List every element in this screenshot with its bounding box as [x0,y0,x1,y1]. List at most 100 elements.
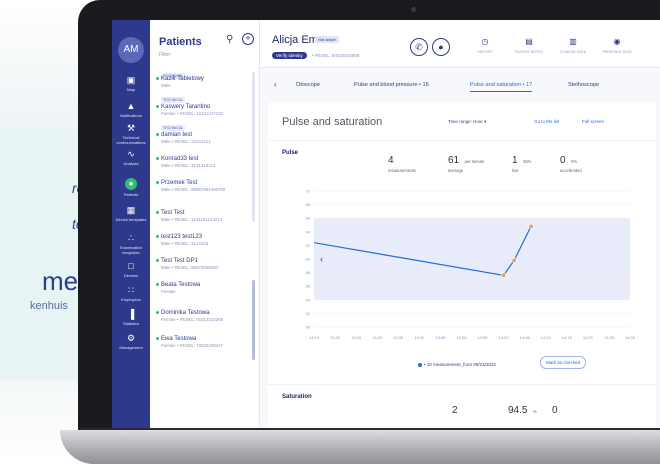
x-tick-label: 13:40 [414,335,425,340]
exam-tabs: ‹ Otoscope Pulse and blood pressure • 15… [260,78,660,96]
main-area: Alicja Em Not active Verify identity • P… [260,20,660,428]
laptop-base [60,430,660,464]
patients-filter[interactable]: Filter [159,52,170,58]
list-item[interactable]: Ewa Testowa Female • PESEL: 72032209447 [156,336,254,348]
sidebar-item-label: Devices [123,273,139,278]
time-range-select[interactable]: Time range: Hour ▾ [448,119,486,125]
patients-title: Patients [159,36,202,48]
bars-icon: ▐ [127,309,135,319]
sidebar-item-examination-templates[interactable]: ∴ Examination templates [112,234,150,256]
sidebar-item-label: Patients [123,192,139,197]
patient-meta: Male • PESEL: 3131313113 [161,163,216,168]
saturation-title: Saturation [282,394,312,400]
header-nav-label: PATIENT NOTES [515,50,543,54]
x-tick-label: 13:35 [393,335,404,340]
y-tick-label: 52 [306,311,311,316]
x-tick-label: 13:30 [372,335,383,340]
tab-otoscope[interactable]: Otoscope [296,82,320,88]
sidebar-item-management[interactable]: ⚙ Management [112,334,150,351]
sidebar-item-statistics[interactable]: ▐ Statistics [112,309,150,327]
mark-as-checked-button[interactable]: Mark as checked [540,356,587,369]
patient-meta: Male [161,83,171,88]
status-dot [156,180,159,184]
tab-pulse-blood-pressure[interactable]: Pulse and blood pressure • 15 [354,82,429,88]
status-dot [156,210,159,214]
status-dot [156,282,159,286]
person-icon: ◉ [613,37,621,46]
stat-average: 61 per minute average [448,155,485,173]
x-tick-label: 13:45 [435,335,446,340]
list-item[interactable]: damian test Male • PESEL: 34141421 [156,132,254,144]
y-tick-label: 64 [306,229,311,234]
sidebar-item-patients[interactable]: ● Patients [112,178,150,197]
list-item[interactable]: Beata Testowa Female [156,282,254,294]
header-nav-clinical-data[interactable]: ▥ CLINICAL DATA [558,37,588,54]
search-icon[interactable]: ⚲ [226,34,233,45]
go-to-list-link[interactable]: Go to the list [534,119,559,124]
patient-name: test123 test123 [156,234,254,240]
verify-identity-button[interactable]: Verify identity [272,52,307,59]
sidebar-item-technical-communications[interactable]: ⚒ Technical communications [112,124,150,146]
x-tick-label: 13:50 [456,335,467,340]
patient-meta: Female • PESEL: 01012312365 [161,317,224,322]
devices-icon: □ [128,261,134,271]
list-item[interactable]: Przemek Test Male • PESEL: 80987654456789 [156,180,254,192]
x-tick-label: 14:15 [562,335,573,340]
scrollbar-track[interactable] [252,72,255,222]
list-item[interactable]: Test Test DP1 Male • PESEL: 88070000000 [156,258,254,270]
patient-name: Ewa Testowa [156,336,254,342]
avatar[interactable]: AM [118,37,144,63]
status-dot [156,336,159,340]
list-item[interactable]: Kazik Tabletowy Male TECHNICAL [156,76,254,106]
tab-stethoscope[interactable]: Stethoscope [568,82,599,88]
sidebar-item-analysis[interactable]: ∿ Analysis [112,150,150,167]
scrollbar-thumb[interactable] [252,280,255,360]
patient-meta: Male • PESEL: 1134151123214 [161,217,223,222]
tabs-back-chevron-icon[interactable]: ‹ [274,80,277,89]
sidebar-item-label: Notifications [120,113,142,118]
data-point [501,272,507,278]
header-nav-history[interactable]: ◷ HISTORY [470,37,500,54]
list-item[interactable]: Dominika Testowa Female • PESEL: 01012312… [156,310,254,322]
y-tick-label: 66 [306,216,311,221]
patient-meta: Female • PESEL: 72032209447 [161,343,224,348]
x-tick-label: 14:25 [604,335,615,340]
stat-saturation-value: 94.5 % [508,405,537,416]
header-nav-personal-data[interactable]: ◉ PERSONAL DATA [602,37,632,54]
full-screen-button[interactable]: Full screen [582,119,604,124]
location-button[interactable]: ● [432,38,450,56]
list-item[interactable]: Test Test Male • PESEL: 1134151123214 [156,210,254,222]
sidebar-item-notifications[interactable]: ▲ Notifications [112,101,150,119]
header-nav-patient-notes[interactable]: ▤ PATIENT NOTES [514,37,544,54]
sidebar-item-label: Examination templates [119,245,142,255]
header-nav-label: PERSONAL DATA [602,50,632,54]
add-patient-button[interactable]: + [242,33,254,45]
y-tick-label: 54 [306,297,311,302]
stat-low: 1 25% low [512,155,532,173]
chart-prev-chevron-icon[interactable]: ‹ [320,254,323,264]
list-item[interactable]: test123 test123 Male • PESEL: 3123123 [156,234,254,246]
patients-panel: Patients Filter ⚲ + TECHNICAL Kazik Table… [150,20,260,428]
patient-name: Kaswery Tarantino [156,104,254,110]
x-tick-label: 13:55 [478,335,489,340]
sidebar-item-devices[interactable]: □ Devices [112,261,150,279]
data-point [528,223,534,229]
sidebar-item-label: Technical communications [116,135,146,145]
tab-pulse-saturation[interactable]: Pulse and saturation • 17 [470,82,533,92]
chart-legend: • 10 measurement_from 09/23/2022 [418,362,496,367]
patient-name: Test Test [156,210,254,216]
clinical-icon: ▥ [569,37,577,46]
y-tick-label: 60 [306,257,311,262]
status-dot [156,234,159,238]
sidebar-item-map[interactable]: ▣ Map [112,76,150,93]
list-item[interactable]: Kaswery Tarantino Female • PESEL: 1212131… [156,104,254,134]
sidebar-item-device-templates[interactable]: ▦ Device templates [112,205,150,223]
patient-name: Test Test DP1 [156,258,254,264]
bell-icon: ▲ [126,101,136,111]
sidebar-item-employees[interactable]: ∷ Employees [112,286,150,303]
measurement-card: Pulse and saturation Time range: Hour ▾ … [268,102,656,428]
grid-icon: ▦ [126,205,136,215]
phone-call-button[interactable]: ✆ [410,38,428,56]
backdrop-text-4: kenhuis [30,300,68,312]
list-item[interactable]: Konrad33 test Male • PESEL: 3131313113 [156,156,254,168]
